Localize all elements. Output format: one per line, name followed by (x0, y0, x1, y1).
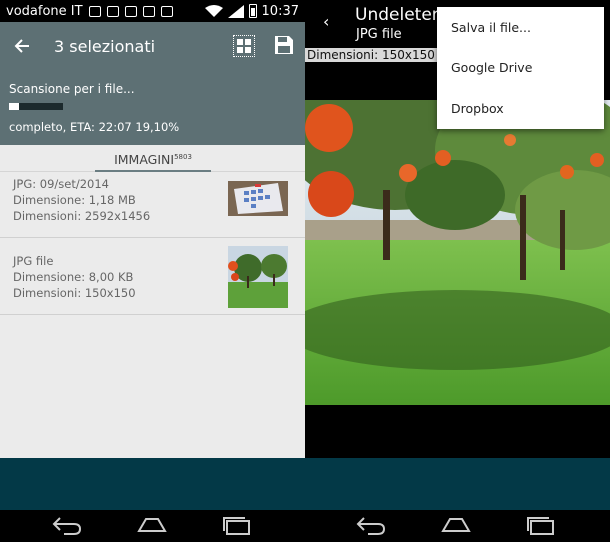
grid-view-icon[interactable] (233, 35, 255, 57)
status-bar: vodafone IT 10:37 (0, 0, 305, 22)
back-chevron-icon[interactable]: ‹ (323, 12, 329, 31)
file-type: JPG file (13, 254, 54, 268)
file-dimensions: Dimensioni: 2592x1456 (13, 209, 151, 223)
bottom-band (0, 458, 610, 510)
chat-notification-icon (124, 5, 137, 17)
selection-count-title: 3 selezionati (54, 36, 156, 56)
home-nav-icon[interactable] (441, 515, 471, 535)
carrier-name: vodafone IT (6, 3, 83, 19)
save-icon[interactable] (274, 35, 294, 55)
wifi-icon (204, 5, 223, 17)
status-time: 10:37 (261, 3, 299, 19)
app-bar: 3 selezionati (0, 22, 305, 70)
battery-icon (248, 4, 257, 18)
right-screen: ‹ Undeleter JPG file Dimensioni: 150x150 (305, 0, 610, 458)
scan-status: completo, ETA: 22:07 19,10% (9, 120, 180, 134)
file-dimensions: Dimensioni: 150x150 (13, 286, 136, 300)
briefcase-notification-icon (142, 5, 155, 17)
list-item[interactable]: JPG: 09/set/2014 Dimensione: 1,18 MB Dim… (0, 172, 305, 238)
tab-images[interactable]: IMMAGINI5803 (95, 145, 211, 172)
back-nav-icon[interactable] (52, 515, 82, 535)
menu-item-save-file[interactable]: Salva il file... (437, 7, 604, 48)
back-nav-icon[interactable] (356, 515, 386, 535)
screenshot-notification-icon (106, 5, 119, 17)
menu-item-google-drive[interactable]: Google Drive (437, 48, 604, 89)
file-type-date: JPG: 09/set/2014 (13, 177, 109, 191)
list-item[interactable]: JPG file Dimensione: 8,00 KB Dimensioni:… (0, 238, 305, 315)
file-list: JPG: 09/set/2014 Dimensione: 1,18 MB Dim… (0, 172, 305, 315)
image-notification-icon (88, 5, 101, 17)
file-size: Dimensione: 1,18 MB (13, 193, 136, 207)
image-preview (305, 100, 610, 405)
overflow-menu: Salva il file... Google Drive Dropbox (437, 7, 604, 129)
store-notification-icon (160, 5, 173, 17)
home-nav-icon[interactable] (137, 515, 167, 535)
tab-bar: IMMAGINI5803 (0, 145, 305, 172)
scan-title: Scansione per i file... (9, 82, 135, 96)
menu-item-dropbox[interactable]: Dropbox (437, 88, 604, 129)
scan-progress-panel: Scansione per i file... completo, ETA: 2… (0, 70, 305, 145)
scan-progress-bar (9, 103, 63, 110)
left-screen: vodafone IT 10:37 3 selezionati Scansion… (0, 0, 305, 458)
tab-images-count: 5803 (174, 152, 192, 161)
scan-progress-fill (9, 103, 20, 110)
file-size: Dimensione: 8,00 KB (13, 270, 134, 284)
recents-nav-icon[interactable] (222, 515, 252, 535)
viewer-subtitle: JPG file (356, 27, 402, 42)
navigation-bar (0, 510, 610, 542)
file-thumbnail (228, 181, 288, 216)
back-arrow-icon[interactable] (2, 22, 42, 70)
viewer-title: Undeleter (355, 5, 439, 25)
image-dimensions: Dimensioni: 150x150 (305, 48, 437, 62)
signal-icon (227, 4, 244, 18)
tab-images-label: IMMAGINI (114, 152, 175, 167)
recents-nav-icon[interactable] (526, 515, 556, 535)
file-thumbnail (228, 246, 288, 308)
